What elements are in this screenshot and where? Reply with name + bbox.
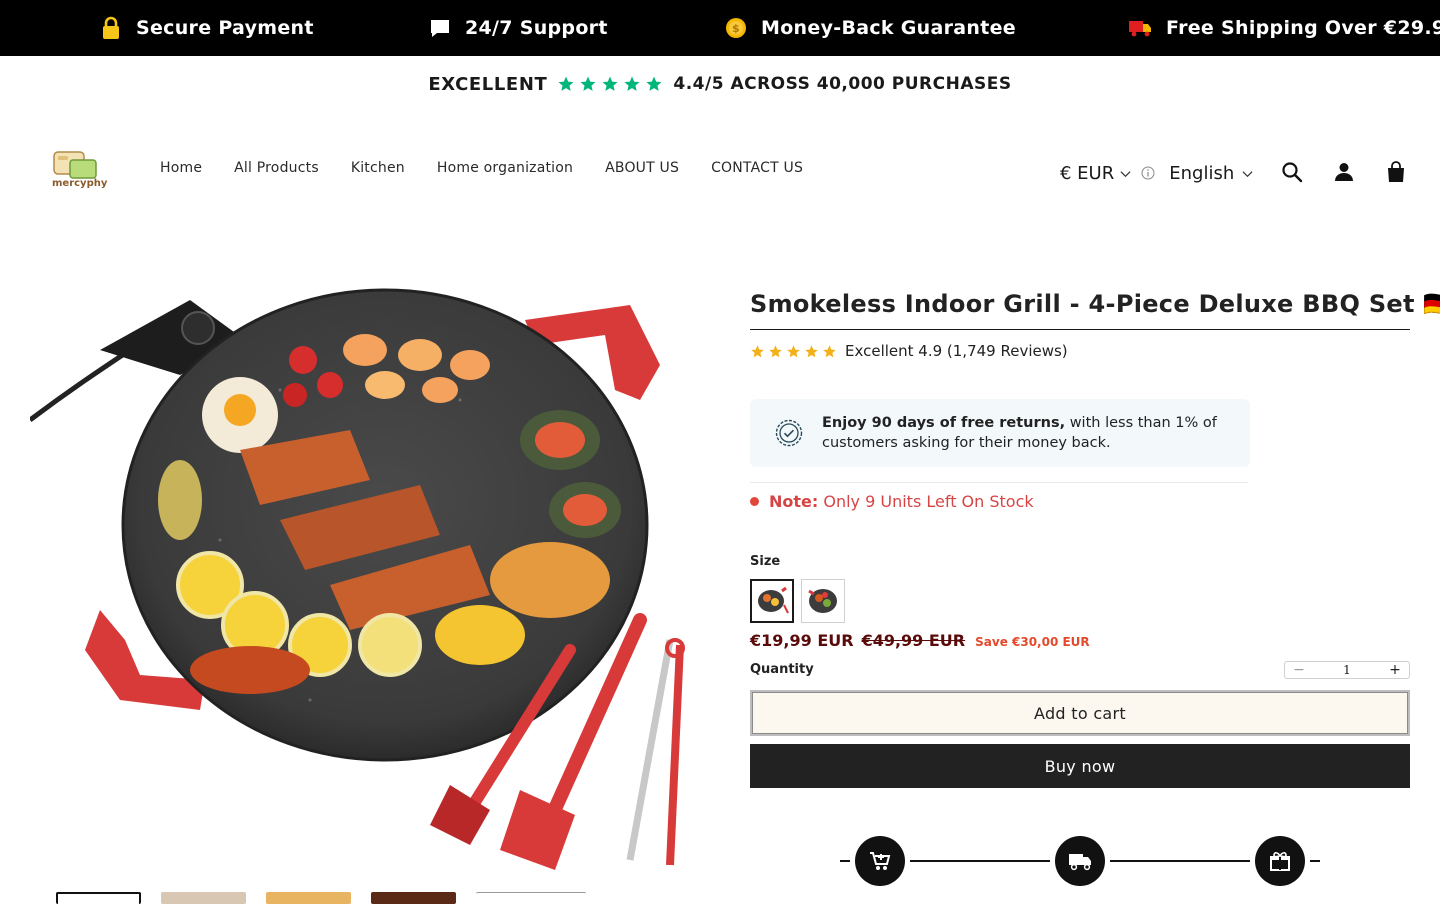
add-to-cart-button[interactable]: Add to cart	[750, 690, 1410, 736]
announcement-label: Secure Payment	[136, 17, 314, 39]
thumbnail[interactable]	[266, 892, 351, 904]
section-divider	[750, 482, 1248, 483]
announcement-label: Money-Back Guarantee	[761, 17, 1016, 39]
stock-note-text: Only 9 Units Left On Stock	[823, 492, 1034, 511]
nav-all-products[interactable]: All Products	[234, 160, 319, 176]
nav-contact-us[interactable]: CONTACT US	[711, 160, 803, 176]
star-icon	[805, 344, 818, 357]
returns-text-bold: Enjoy 90 days of free returns,	[822, 415, 1066, 431]
buy-now-button[interactable]: Buy now	[750, 744, 1410, 788]
title-divider	[750, 329, 1410, 330]
timeline-line	[840, 860, 850, 862]
savings-badge: Save €30,00 EUR	[975, 635, 1090, 649]
star-icon	[646, 76, 662, 91]
size-option-2[interactable]	[801, 579, 845, 623]
nav-home[interactable]: Home	[160, 160, 202, 176]
quantity-label: Quantity	[750, 662, 814, 677]
quantity-decrease-button[interactable]: −	[1285, 662, 1313, 678]
trust-rating-bar: EXCELLENT 4.4/5 ACROSS 40,000 PURCHASES	[0, 56, 1440, 112]
quantity-stepper: − 1 +	[1284, 661, 1410, 679]
size-option-1[interactable]	[750, 579, 794, 623]
star-icon	[558, 76, 574, 91]
announcement-support: 24/7 Support	[429, 0, 608, 56]
stock-dot-icon	[750, 497, 759, 506]
currency-selector[interactable]: € EUR	[1060, 163, 1131, 184]
price-row: €19,99 EUR €49,99 EUR Save €30,00 EUR	[750, 631, 1090, 650]
returns-text: Enjoy 90 days of free returns, with less…	[822, 413, 1232, 453]
timeline-line	[910, 860, 1050, 862]
returns-guarantee-box: Enjoy 90 days of free returns, with less…	[750, 399, 1250, 467]
chevron-down-icon	[1242, 170, 1253, 177]
account-icon[interactable]	[1333, 161, 1355, 183]
truck-icon	[1069, 854, 1091, 871]
nav-kitchen[interactable]: Kitchen	[351, 160, 405, 176]
compare-at-price: €49,99 EUR	[861, 631, 966, 650]
size-option-image	[758, 586, 789, 614]
badge-check-icon	[775, 419, 803, 447]
stock-note-label: Note:	[769, 492, 819, 511]
cart-icon	[870, 852, 891, 870]
lock-icon	[100, 16, 122, 40]
announcement-free-shipping: Free Shipping Over €29.9	[1128, 0, 1440, 56]
announcement-label: 24/7 Support	[465, 17, 608, 39]
announcement-secure-payment: Secure Payment	[100, 0, 314, 56]
nav-home-organization[interactable]: Home organization	[437, 160, 573, 176]
trust-stars	[557, 75, 663, 93]
cart-icon[interactable]	[1385, 161, 1407, 183]
timeline-line	[1110, 860, 1250, 862]
size-label: Size	[750, 554, 781, 569]
quantity-increase-button[interactable]: +	[1381, 662, 1409, 678]
sale-price: €19,99 EUR	[750, 631, 854, 650]
thumbnail[interactable]	[161, 892, 246, 904]
star-icon	[823, 344, 836, 357]
timeline-step-ordered	[855, 836, 905, 886]
gift-icon	[1270, 852, 1290, 871]
product-thumbnails	[56, 892, 586, 904]
trust-rating-word: EXCELLENT	[428, 73, 548, 95]
star-icon	[769, 344, 782, 357]
search-icon[interactable]	[1281, 161, 1303, 183]
timeline-line	[1310, 860, 1320, 862]
chevron-down-icon	[1120, 170, 1131, 177]
store-logo[interactable]	[46, 146, 106, 198]
announcement-bar: Secure Payment 24/7 Support $ Money-Back…	[0, 0, 1440, 56]
star-icon	[751, 344, 764, 357]
product-main-image[interactable]	[30, 280, 690, 875]
nav-about-us[interactable]: ABOUT US	[605, 160, 679, 176]
star-icon	[624, 76, 640, 91]
rating-text: Excellent 4.9 (1,749 Reviews)	[845, 342, 1068, 360]
size-option-image	[808, 589, 837, 613]
header-selectors: € EUR English	[1060, 158, 1253, 188]
chat-bubble-icon	[429, 17, 451, 39]
rating-stars	[750, 344, 837, 359]
truck-icon	[1128, 18, 1152, 38]
announcement-label: Free Shipping Over €29.9	[1166, 17, 1440, 39]
timeline-step-delivered	[1255, 836, 1305, 886]
main-nav: Home All Products Kitchen Home organizat…	[160, 160, 803, 176]
product-title: Smokeless Indoor Grill - 4-Piece Deluxe …	[750, 290, 1440, 318]
stock-message: Note: Only 9 Units Left On Stock	[769, 492, 1034, 511]
trust-rating-text: 4.4/5 ACROSS 40,000 PURCHASES	[673, 74, 1012, 94]
star-icon	[580, 76, 596, 91]
thumbnail[interactable]	[56, 892, 141, 904]
timeline-step-shipped	[1055, 836, 1105, 886]
svg-text:$: $	[732, 22, 740, 35]
language-selector[interactable]: English	[1169, 163, 1253, 184]
currency-value: € EUR	[1060, 162, 1115, 184]
coin-icon: $	[725, 17, 747, 39]
product-rating[interactable]: Excellent 4.9 (1,749 Reviews)	[750, 342, 1068, 360]
quantity-input[interactable]: 1	[1343, 663, 1351, 677]
star-icon	[787, 344, 800, 357]
star-icon	[602, 76, 618, 91]
thumbnail[interactable]	[476, 892, 586, 904]
language-value: English	[1169, 162, 1235, 184]
stock-warning: Note: Only 9 Units Left On Stock	[750, 492, 1034, 511]
logo-wordmark: mercyphy	[52, 178, 108, 189]
info-icon[interactable]	[1141, 166, 1155, 180]
thumbnail[interactable]	[371, 892, 456, 904]
announcement-money-back: $ Money-Back Guarantee	[725, 0, 1016, 56]
